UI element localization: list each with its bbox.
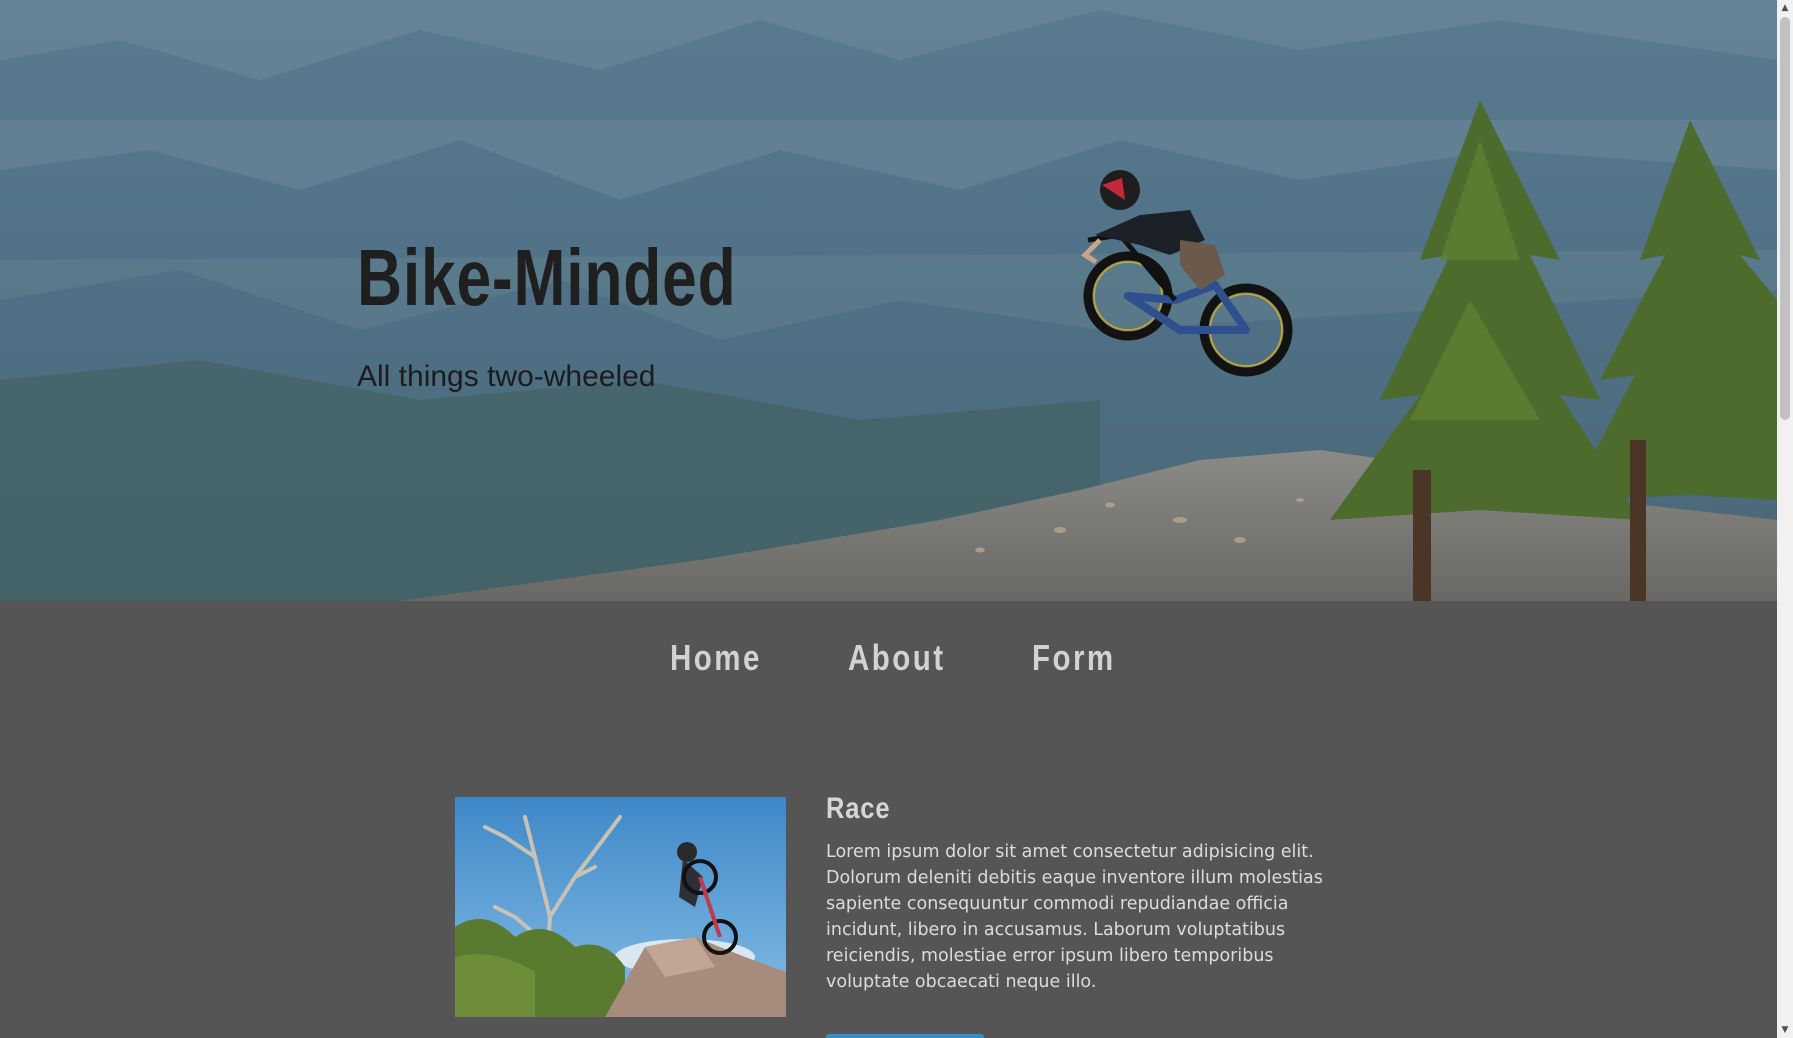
race-image (455, 797, 786, 1017)
scrollbar-thumb[interactable] (1780, 17, 1790, 420)
site-title: Bike-Minded (357, 233, 737, 322)
race-read-more-button[interactable] (826, 1034, 984, 1038)
triangle-up-icon[interactable]: ▲ (1777, 0, 1793, 16)
nav-link-about[interactable]: About (848, 637, 946, 679)
vertical-scrollbar[interactable]: ▲ ▼ (1777, 0, 1793, 1038)
site-tagline: All things two-wheeled (357, 360, 656, 393)
race-heading: Race (826, 792, 891, 825)
triangle-down-icon[interactable]: ▼ (1777, 1022, 1793, 1038)
nav-link-form[interactable]: Form (1032, 637, 1116, 679)
nav-link-home[interactable]: Home (670, 637, 762, 679)
hero-background-image (0, 0, 1777, 601)
race-description: Lorem ipsum dolor sit amet consectetur a… (826, 842, 1323, 992)
hero-banner: Bike-Minded All things two-wheeled (0, 0, 1777, 601)
main-navigation: Home About Form (0, 601, 1777, 721)
page: Bike-Minded All things two-wheeled Home … (0, 0, 1793, 1038)
